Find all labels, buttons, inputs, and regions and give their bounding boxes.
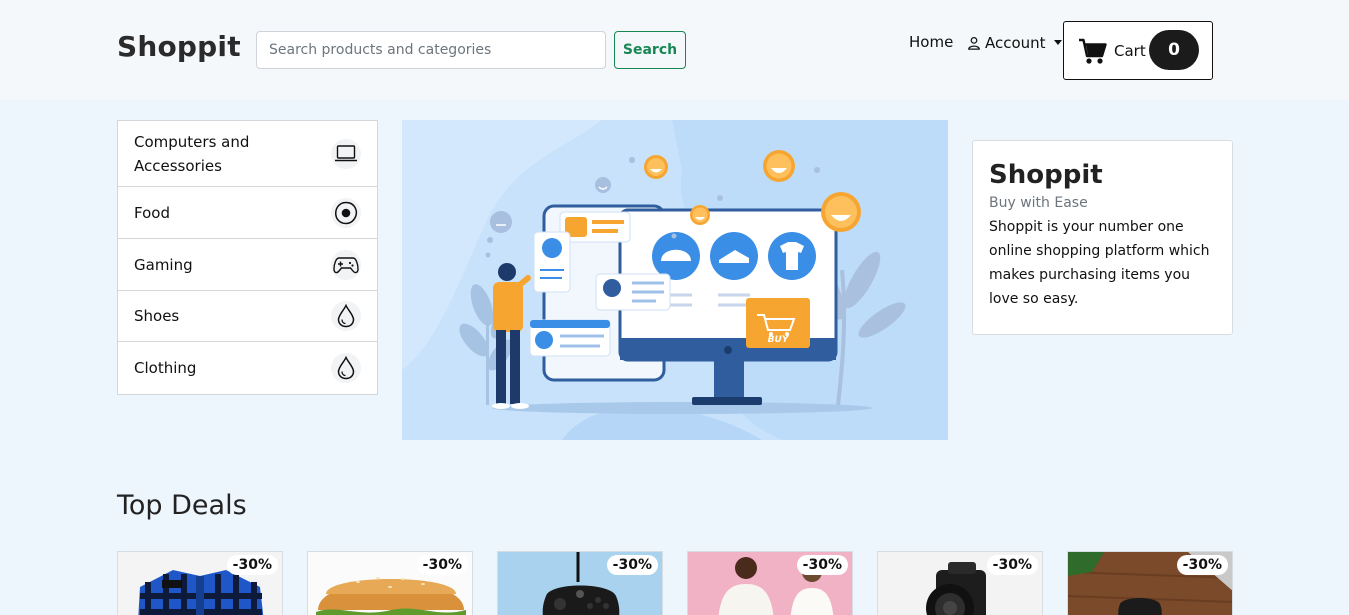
deal-card-desk[interactable]: -30%: [1067, 551, 1233, 615]
user-icon: [968, 36, 980, 50]
discount-badge: -30%: [796, 555, 848, 575]
deal-card-camera[interactable]: -30%: [877, 551, 1043, 615]
deal-card-shirt[interactable]: -30%: [117, 551, 283, 615]
smiley-icon: [821, 192, 861, 232]
category-item-shoes[interactable]: Shoes: [118, 291, 377, 342]
deal-card-burger[interactable]: -30%: [307, 551, 473, 615]
info-card: Shoppit Buy with Ease Shoppit is your nu…: [972, 140, 1233, 335]
smiley-icon: [690, 205, 710, 225]
discount-badge: -30%: [986, 555, 1038, 575]
nav-home-link[interactable]: Home: [909, 33, 953, 51]
smiley-icon: [763, 150, 795, 182]
cart-count-badge: 0: [1149, 30, 1199, 70]
smiley-icon: [490, 211, 512, 233]
top-navbar: Shoppit Search Home Account Cart 0: [0, 0, 1349, 100]
info-card-title: Shoppit: [989, 160, 1103, 190]
cart-button[interactable]: Cart 0: [1063, 21, 1213, 80]
category-label: Gaming: [134, 255, 193, 274]
smiley-icon: [595, 177, 611, 193]
category-item-gaming[interactable]: Gaming: [118, 239, 377, 291]
buy-tag-text: BUY: [768, 335, 790, 345]
online-shopping-illustration: BUY: [402, 120, 948, 440]
chevron-down-icon: [1053, 39, 1062, 45]
discount-badge: -30%: [226, 555, 278, 575]
search-button[interactable]: Search: [614, 31, 686, 69]
category-label: Shoes: [134, 307, 180, 325]
cart-label: Cart: [1114, 42, 1146, 60]
search-input[interactable]: [256, 31, 606, 69]
food-icon: [331, 197, 361, 228]
category-item-computers[interactable]: Computers and Accessories: [118, 121, 377, 187]
category-list: Computers and Accessories Food Gaming Sh…: [117, 120, 378, 395]
brand-logo[interactable]: Shoppit: [117, 30, 241, 63]
discount-badge: -30%: [1176, 555, 1228, 575]
cart-icon: [1079, 38, 1107, 64]
gamepad-icon: [331, 249, 361, 280]
drop-icon: [331, 301, 361, 331]
nav-account-dropdown[interactable]: Account: [967, 34, 1062, 52]
deal-card-controller[interactable]: -30%: [497, 551, 663, 615]
category-label: Clothing: [134, 359, 197, 377]
drop-icon: [331, 353, 361, 383]
deal-card-people[interactable]: -30%: [687, 551, 853, 615]
info-card-subtitle: Buy with Ease: [989, 195, 1088, 211]
category-label: Food: [134, 203, 170, 222]
laptop-icon: [331, 138, 361, 169]
hero-banner: BUY: [402, 120, 948, 440]
category-item-clothing[interactable]: Clothing: [118, 342, 377, 394]
category-item-food[interactable]: Food: [118, 187, 377, 239]
section-title: Top Deals: [117, 490, 247, 521]
category-label: Computers and Accessories: [134, 132, 250, 175]
nav-account-label: Account: [985, 34, 1046, 52]
info-card-text: Shoppit is your number one online shoppi…: [989, 219, 1210, 307]
discount-badge: -30%: [416, 555, 468, 575]
smiley-icon: [644, 155, 668, 179]
discount-badge: -30%: [606, 555, 658, 575]
